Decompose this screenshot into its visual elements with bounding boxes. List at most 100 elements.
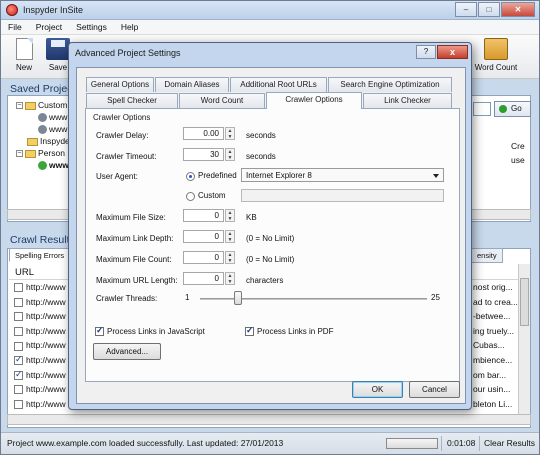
max-link-depth-spinner[interactable]: 0 ▲ ▼ [183, 230, 235, 243]
max-file-size-unit: KB [246, 213, 257, 222]
dropdown-arrow-icon[interactable] [433, 174, 439, 178]
table-row[interactable]: http://www [14, 326, 66, 337]
spinner-arrows[interactable]: ▲ ▼ [225, 230, 235, 243]
menu-project[interactable]: Project [29, 20, 69, 34]
minimize-button[interactable]: – [455, 2, 477, 17]
tab-search-engine-optimization[interactable]: Search Engine Optimization [328, 77, 452, 92]
table-row[interactable]: http://www [14, 384, 66, 395]
row-context: our usin... [473, 384, 511, 395]
max-link-depth-input[interactable]: 0 [183, 230, 224, 243]
spinner-arrows[interactable]: ▲ ▼ [225, 272, 235, 285]
process-js-label[interactable]: Process Links in JavaScript [107, 327, 205, 336]
tree-item[interactable]: www [38, 160, 69, 171]
spinner-arrows[interactable]: ▲ ▼ [225, 148, 235, 161]
process-pdf-checkbox[interactable] [245, 325, 254, 336]
new-button[interactable]: New [10, 38, 38, 72]
go-button[interactable]: Go [494, 101, 531, 117]
crawler-timeout-input[interactable]: 30 [183, 148, 224, 161]
maximize-button[interactable]: □ [478, 2, 500, 17]
predefined-radio-label[interactable]: Predefined [198, 171, 237, 180]
spinner-arrows[interactable]: ▲ ▼ [225, 209, 235, 222]
max-link-depth-hint: (0 = No Limit) [246, 234, 295, 243]
max-url-length-input[interactable]: 0 [183, 272, 224, 285]
clear-results-link[interactable]: Clear Results [484, 438, 535, 448]
ok-button[interactable]: OK [352, 381, 403, 398]
advanced-button[interactable]: Advanced... [93, 343, 161, 360]
spinner-arrows[interactable]: ▲ ▼ [225, 251, 235, 264]
row-checkbox[interactable] [14, 283, 23, 293]
url-input[interactable] [473, 102, 491, 116]
tab-link-checker[interactable]: Link Checker [363, 93, 452, 108]
max-file-size-spinner[interactable]: 0 ▲ ▼ [183, 209, 235, 222]
row-checkbox[interactable] [14, 400, 23, 410]
tab-spell-checker[interactable]: Spell Checker [86, 93, 178, 108]
tab-general-options[interactable]: General Options [86, 77, 154, 92]
max-file-count-spinner[interactable]: 0 ▲ ▼ [183, 251, 235, 264]
tree-item[interactable]: – Person [16, 148, 65, 158]
collapse-icon[interactable]: – [16, 102, 23, 110]
user-agent-select[interactable]: Internet Explorer 8 [241, 168, 444, 182]
crawler-options-panel [85, 108, 460, 382]
row-checkbox[interactable] [14, 297, 23, 307]
max-url-length-spinner[interactable]: 0 ▲ ▼ [183, 272, 235, 285]
crawl-horizontal-scrollbar[interactable] [7, 414, 531, 425]
row-checkbox[interactable] [14, 385, 23, 395]
row-checkbox[interactable] [14, 312, 23, 322]
row-checkbox[interactable] [14, 354, 23, 366]
custom-radio-label[interactable]: Custom [198, 191, 226, 200]
tree-item[interactable]: www [38, 112, 67, 123]
table-row[interactable]: http://www [14, 311, 66, 322]
custom-user-agent-input[interactable] [241, 189, 444, 202]
arrow-down-icon[interactable]: ▼ [226, 155, 234, 161]
tree-item[interactable]: Inspyde [27, 136, 70, 146]
max-file-count-input[interactable]: 0 [183, 251, 224, 264]
menu-help[interactable]: Help [114, 20, 145, 34]
arrow-down-icon[interactable]: ▼ [226, 134, 234, 140]
tab-crawler-options[interactable]: Crawler Options [266, 92, 362, 109]
cancel-button[interactable]: Cancel [409, 381, 460, 398]
arrow-down-icon[interactable]: ▼ [226, 216, 234, 222]
tab-spelling-errors[interactable]: Spelling Errors [9, 248, 71, 262]
crawler-timeout-spinner[interactable]: 30 ▲ ▼ [183, 148, 235, 161]
tree-item[interactable]: www [38, 124, 67, 135]
collapse-icon[interactable]: – [16, 150, 23, 158]
tab-additional-root-urls[interactable]: Additional Root URLs [230, 77, 327, 92]
crawler-delay-input[interactable]: 0.00 [183, 127, 224, 140]
custom-radio[interactable] [186, 192, 195, 201]
crawl-vertical-scrollbar[interactable] [518, 264, 530, 414]
max-file-size-input[interactable]: 0 [183, 209, 224, 222]
process-pdf-label[interactable]: Process Links in PDF [257, 327, 333, 336]
crawler-delay-spinner[interactable]: 0.00 ▲ ▼ [183, 127, 235, 140]
close-window-button[interactable]: ✕ [501, 2, 535, 17]
arrow-down-icon[interactable]: ▼ [226, 258, 234, 264]
tab-domain-aliases[interactable]: Domain Aliases [155, 77, 229, 92]
row-checkbox[interactable] [14, 341, 23, 351]
tab-word-count[interactable]: Word Count [179, 93, 265, 108]
threads-slider-thumb[interactable] [233, 291, 242, 305]
tree-item[interactable]: – Custom [16, 100, 67, 110]
dialog-close-button[interactable]: x [437, 45, 468, 59]
process-js-checkbox[interactable] [95, 325, 104, 336]
calculator-icon [484, 38, 508, 60]
arrow-down-icon[interactable]: ▼ [226, 237, 234, 243]
word-count-button[interactable]: Word Count [471, 38, 521, 72]
menu-file[interactable]: File [1, 20, 29, 34]
row-checkbox[interactable] [14, 369, 23, 380]
arrow-down-icon[interactable]: ▼ [226, 279, 234, 285]
tab-keyword-density[interactable]: ensity [471, 248, 503, 263]
table-row[interactable]: http://www [14, 399, 66, 410]
user-agent-label: User Agent: [96, 172, 138, 181]
table-row[interactable]: http://www [14, 297, 66, 307]
scroll-thumb[interactable] [520, 278, 529, 326]
help-button[interactable]: ? [416, 45, 436, 59]
threads-slider-max: 25 [431, 293, 440, 302]
table-row[interactable]: http://www [14, 354, 66, 366]
row-checkbox[interactable] [14, 327, 23, 337]
table-row[interactable]: http://www [14, 369, 66, 380]
table-row[interactable]: http://www [14, 282, 66, 293]
max-url-length-unit: characters [246, 276, 284, 285]
spinner-arrows[interactable]: ▲ ▼ [225, 127, 235, 140]
menu-settings[interactable]: Settings [69, 20, 114, 34]
table-row[interactable]: http://www [14, 340, 66, 351]
predefined-radio[interactable] [186, 172, 195, 181]
